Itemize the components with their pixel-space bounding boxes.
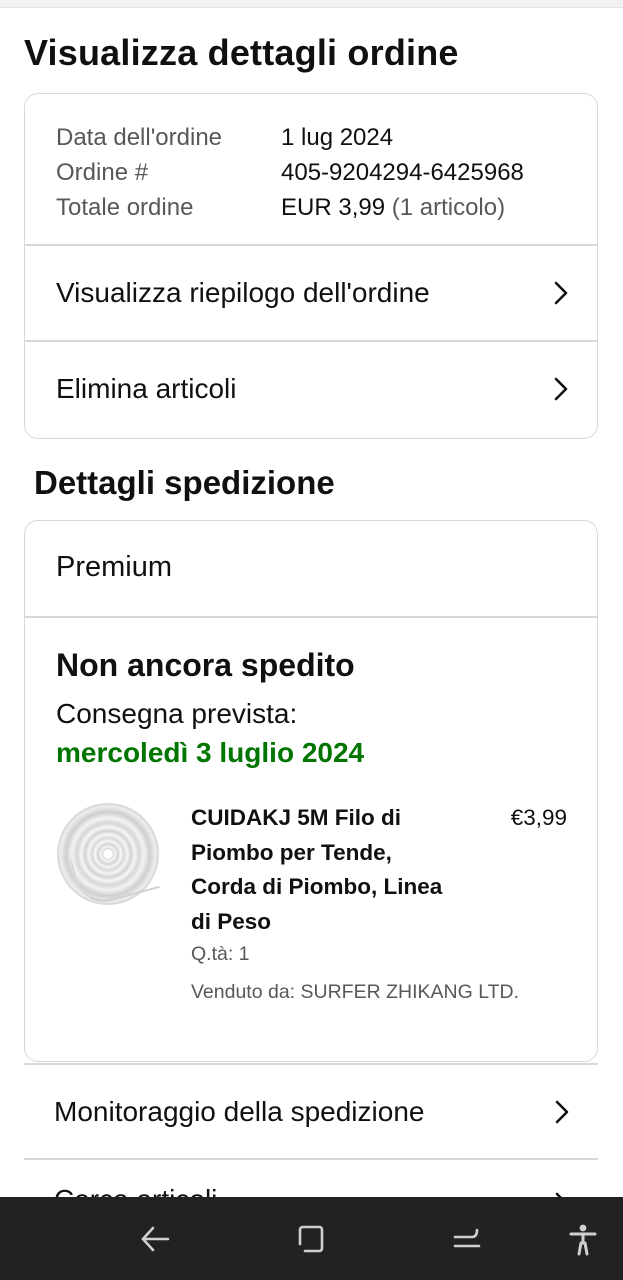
- back-arrow-icon: [141, 1226, 170, 1251]
- delivery-date: mercoledì 3 luglio 2024: [56, 737, 365, 768]
- delete-items-label: Elimina articoli: [56, 373, 237, 404]
- order-info-card: Data dell'ordine 1 lug 2024 Ordine # 405-9…: [24, 93, 598, 439]
- accessibility-icon: [569, 1224, 597, 1255]
- tracking-row[interactable]: Monitoraggio della spedizione: [24, 1064, 598, 1159]
- chevron-right-icon: [555, 1100, 569, 1123]
- product-title[interactable]: CUIDAKJ 5M Filo di Piombo per Tende, Cor…: [191, 801, 451, 939]
- order-total-label: Totale ordine: [56, 194, 194, 221]
- product-seller: Venduto da: SURFER ZHIKANG LTD.: [191, 981, 520, 1003]
- chevron-right-icon: [554, 377, 568, 401]
- order-date-label: Data dell'ordine: [56, 124, 223, 151]
- order-total-items: (1 articolo): [391, 194, 506, 221]
- tracking-label: Monitoraggio della spedizione: [54, 1095, 425, 1127]
- shipping-service: Premium: [56, 551, 173, 583]
- order-date-row: Data dell'ordine 1 lug 2024: [56, 120, 524, 155]
- shipping-section-title: Dettagli spedizione: [34, 464, 335, 501]
- home-square-icon: [298, 1225, 324, 1252]
- delete-items-row[interactable]: Elimina articoli: [25, 341, 597, 437]
- shipment-card: Premium Non ancora spedito Consegna prev…: [24, 520, 598, 1062]
- order-number-row: Ordine # 405-9204294-6425968: [56, 155, 524, 190]
- system-nav-bar: [0, 1197, 623, 1280]
- nav-recents-button[interactable]: [427, 1197, 507, 1280]
- order-total-value: EUR 3,99: [281, 194, 386, 221]
- order-summary-row[interactable]: Visualizza riepilogo dell'ordine: [25, 245, 597, 341]
- divider: [25, 616, 597, 618]
- recents-icon: [453, 1228, 481, 1247]
- order-number-label: Ordine #: [56, 159, 149, 186]
- chevron-right-icon: [554, 281, 568, 305]
- top-strip: [0, 0, 623, 8]
- order-date-value: 1 lug 2024: [281, 124, 394, 151]
- order-summary-label: Visualizza riepilogo dell'ordine: [56, 277, 430, 308]
- page-title: Visualizza dettagli ordine: [24, 32, 459, 73]
- delivery-label: Consegna prevista:: [56, 698, 298, 729]
- nav-back-button[interactable]: [115, 1197, 195, 1280]
- order-info: Data dell'ordine 1 lug 2024 Ordine # 405-9…: [56, 120, 524, 225]
- order-total-row: Totale ordine EUR 3,99 (1 articolo): [56, 190, 524, 225]
- shipment-status: Non ancora spedito: [56, 647, 355, 683]
- nav-accessibility-button[interactable]: [543, 1197, 623, 1280]
- nav-home-button[interactable]: [271, 1197, 351, 1280]
- product-price: €3,99: [510, 805, 567, 830]
- order-number-value: 405-9204294-6425968: [281, 159, 524, 186]
- product-quantity: Q.tà: 1: [191, 943, 250, 965]
